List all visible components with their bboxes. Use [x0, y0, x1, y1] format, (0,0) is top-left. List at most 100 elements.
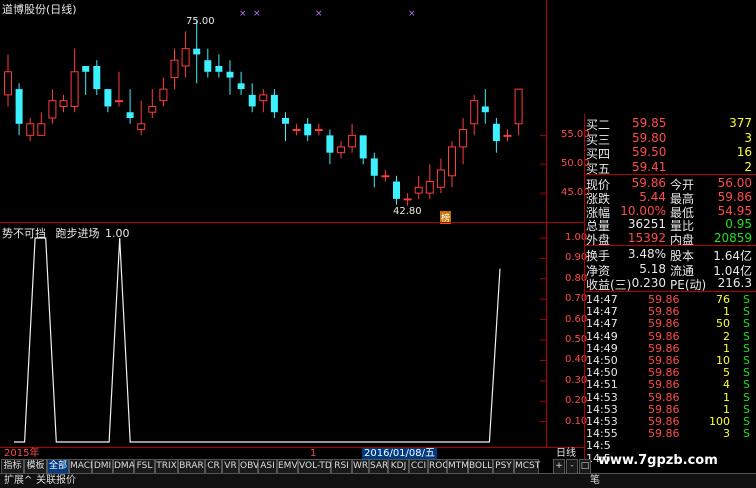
candle-body[interactable] — [148, 105, 157, 113]
candle-body[interactable] — [326, 135, 334, 153]
tab-6[interactable]: FSL — [134, 459, 155, 474]
candle-body[interactable] — [492, 123, 500, 142]
candle-body[interactable] — [436, 169, 445, 188]
candle-body[interactable] — [304, 123, 312, 136]
candle-body[interactable] — [115, 100, 123, 103]
candle-body[interactable] — [226, 71, 234, 78]
tick-side: S — [743, 354, 750, 367]
candle-body[interactable] — [26, 123, 35, 136]
period-label[interactable]: 日线 — [556, 448, 576, 459]
candle-body[interactable] — [59, 100, 68, 107]
candle-body[interactable] — [337, 146, 345, 154]
candle-body[interactable] — [104, 89, 112, 107]
candle-body[interactable] — [393, 181, 400, 199]
candle-body[interactable] — [314, 129, 323, 132]
tick-row[interactable]: 14:47 59.86 50 S — [584, 317, 756, 330]
candle-body[interactable] — [448, 146, 456, 177]
candle-body[interactable] — [215, 66, 223, 72]
tab-8[interactable]: BRAR — [178, 459, 205, 474]
tab-22[interactable]: BOLL — [468, 459, 493, 474]
candle-body[interactable] — [381, 175, 390, 178]
candle-body[interactable] — [370, 158, 378, 176]
candle-body[interactable] — [403, 198, 412, 201]
quote-stat-row: 收益(三) 0.230 PE(动) 216.3 — [584, 276, 756, 292]
tick-row[interactable]: 14:47 59.86 1 S — [584, 305, 756, 318]
expand-button[interactable]: 扩展^ — [4, 474, 32, 488]
buy-level-row[interactable]: 买三 59.80 3 — [584, 131, 756, 147]
tab-16[interactable]: WR — [352, 459, 369, 474]
candle-body[interactable] — [359, 135, 367, 159]
candle-body[interactable] — [237, 83, 245, 90]
tab-13[interactable]: EMV — [277, 459, 298, 474]
buy-level-row[interactable]: 买四 59.50 16 — [584, 145, 756, 161]
candle-body[interactable] — [70, 71, 79, 107]
candle-body[interactable] — [503, 134, 512, 137]
tick-row[interactable]: 14:55 59.86 3 S — [584, 427, 756, 440]
candle-body[interactable] — [82, 66, 90, 72]
candle-body[interactable] — [4, 71, 12, 96]
tab-12[interactable]: ASI — [258, 459, 277, 474]
price-chart[interactable] — [0, 0, 546, 222]
tick-row[interactable]: 14:49 59.86 1 S — [584, 342, 756, 355]
tab-1[interactable]: 模板 — [24, 459, 47, 474]
related-quote-button[interactable]: 关联报价 — [36, 474, 76, 488]
candle-body[interactable] — [470, 100, 479, 125]
tab-15[interactable]: RSI — [331, 459, 352, 474]
candle-body[interactable] — [93, 66, 101, 90]
buy-level-row[interactable]: 买五 59.41 2 — [584, 160, 756, 176]
tab-17[interactable]: SAR — [369, 459, 388, 474]
tab-14[interactable]: VOL-TDX — [298, 459, 338, 474]
tab-20[interactable]: ROC — [428, 459, 449, 474]
tab-5[interactable]: DMA — [113, 459, 135, 474]
tab-4[interactable]: DMI — [92, 459, 113, 474]
candle-body[interactable] — [425, 181, 434, 194]
tab-menu-button[interactable]: □ — [579, 459, 591, 474]
tick-row[interactable]: 14:53 59.86 1 S — [584, 391, 756, 404]
tab-24[interactable]: MCST — [514, 459, 540, 474]
candle-body[interactable] — [126, 112, 134, 118]
buy-level-row[interactable]: 买二 59.85 377 — [584, 116, 756, 132]
tab-3[interactable]: MACD — [69, 459, 97, 474]
candle-body[interactable] — [181, 48, 190, 67]
candle-body[interactable] — [459, 129, 468, 148]
indicator-chart[interactable] — [0, 222, 546, 448]
tab-23[interactable]: PSY — [493, 459, 514, 474]
tick-row[interactable]: 14:49 59.86 2 S — [584, 330, 756, 343]
tab-0[interactable]: 指标 — [1, 459, 24, 474]
candle-body[interactable] — [414, 186, 423, 194]
candle-body[interactable] — [15, 89, 23, 124]
add-tab-button[interactable]: + — [553, 459, 565, 474]
tab-10[interactable]: VR — [222, 459, 239, 474]
candle-body[interactable] — [514, 88, 523, 125]
candle-body[interactable] — [37, 123, 46, 136]
time-axis-date[interactable]: 2016/01/08/五 — [362, 448, 438, 459]
tab-21[interactable]: MTM — [447, 459, 469, 474]
tick-row[interactable]: 14:50 59.86 5 S — [584, 366, 756, 379]
tick-row[interactable]: 14:5 — [584, 439, 756, 452]
candle-body[interactable] — [282, 118, 289, 124]
candle-body[interactable] — [292, 129, 301, 132]
candle-body[interactable] — [270, 94, 278, 113]
candle-body[interactable] — [481, 106, 489, 113]
candle-body[interactable] — [248, 94, 256, 107]
tab-11[interactable]: OBV — [239, 459, 259, 474]
candle-body[interactable] — [137, 123, 146, 131]
tab-19[interactable]: CCI — [409, 459, 428, 474]
candle-body[interactable] — [204, 60, 212, 72]
candle-body[interactable] — [48, 100, 57, 119]
candle-body[interactable] — [170, 59, 179, 79]
tick-row[interactable]: 14:53 59.86 100 S — [584, 415, 756, 428]
tab-2[interactable]: 全部 — [47, 459, 69, 474]
tab-7[interactable]: TRIX — [155, 459, 178, 474]
candle-body[interactable] — [193, 48, 201, 55]
tick-row[interactable]: 14:51 59.86 4 S — [584, 378, 756, 391]
candle-body[interactable] — [159, 88, 168, 102]
remove-tab-button[interactable]: - — [566, 459, 578, 474]
candle-body[interactable] — [259, 94, 268, 102]
tick-row[interactable]: 14:50 59.86 10 S — [584, 354, 756, 367]
candle-body[interactable] — [348, 134, 357, 148]
tab-18[interactable]: KDJ — [388, 459, 409, 474]
tick-row[interactable]: 14:53 59.86 1 S — [584, 403, 756, 416]
tab-9[interactable]: CR — [205, 459, 222, 474]
tick-row[interactable]: 14:47 59.86 76 S — [584, 293, 756, 306]
